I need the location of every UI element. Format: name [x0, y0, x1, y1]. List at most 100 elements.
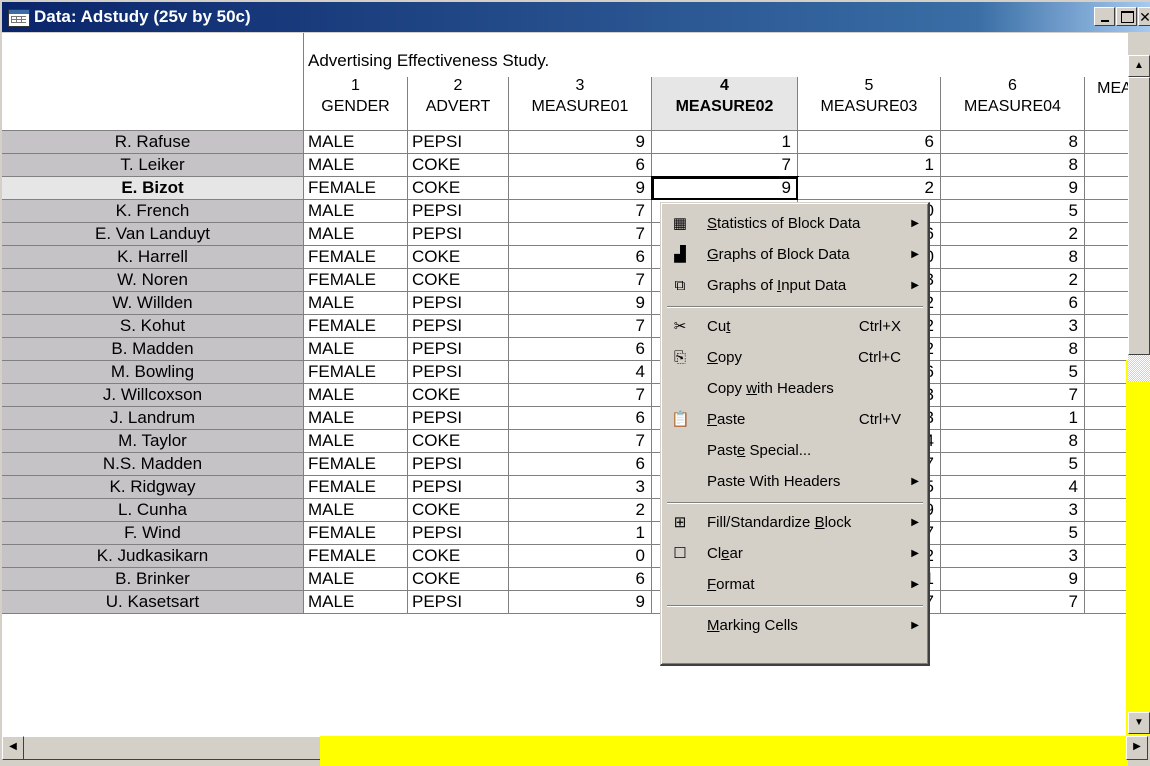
title-bar[interactable]: Data: Adstudy (25v by 50c) ✕: [2, 2, 1150, 32]
data-cell[interactable]: [1085, 384, 1128, 407]
data-cell[interactable]: 7: [509, 269, 652, 292]
data-cell[interactable]: [1085, 131, 1128, 154]
vertical-scroll-thumb[interactable]: [1128, 77, 1150, 355]
data-cell[interactable]: [1085, 361, 1128, 384]
data-cell[interactable]: MALE: [304, 200, 408, 223]
data-cell[interactable]: 8: [941, 430, 1085, 453]
menu-item-paste[interactable]: 📋 Paste Ctrl+V: [665, 405, 925, 435]
data-cell[interactable]: 1: [941, 407, 1085, 430]
menu-item-fill-standardize-block[interactable]: ⊞ Fill/Standardize Block ▶: [665, 508, 925, 538]
data-cell[interactable]: [1085, 522, 1128, 545]
corner-header[interactable]: [2, 33, 304, 131]
data-cell[interactable]: 9: [509, 177, 652, 200]
data-cell[interactable]: 2: [509, 499, 652, 522]
row-header[interactable]: K. Judkasikarn: [2, 545, 304, 568]
data-cell[interactable]: COKE: [408, 246, 509, 269]
data-cell[interactable]: MALE: [304, 338, 408, 361]
data-cell[interactable]: FEMALE: [304, 269, 408, 292]
data-cell[interactable]: COKE: [408, 269, 509, 292]
data-cell[interactable]: 7: [509, 223, 652, 246]
row-header[interactable]: B. Brinker: [2, 568, 304, 591]
data-cell[interactable]: 4: [509, 361, 652, 384]
row-header[interactable]: J. Landrum: [2, 407, 304, 430]
menu-item-format[interactable]: Format ▶: [665, 570, 925, 600]
data-cell[interactable]: PEPSI: [408, 453, 509, 476]
data-cell[interactable]: 5: [941, 200, 1085, 223]
data-cell[interactable]: 9: [941, 568, 1085, 591]
data-cell[interactable]: MALE: [304, 407, 408, 430]
data-cell[interactable]: 4: [941, 476, 1085, 499]
data-cell[interactable]: 7: [509, 315, 652, 338]
row-header[interactable]: T. Leiker: [2, 154, 304, 177]
data-cell[interactable]: 1: [652, 131, 798, 154]
data-cell[interactable]: MALE: [304, 223, 408, 246]
row-header[interactable]: K. French: [2, 200, 304, 223]
data-cell[interactable]: PEPSI: [408, 522, 509, 545]
data-cell[interactable]: 3: [941, 545, 1085, 568]
column-header-measure01[interactable]: 3 MEASURE01: [509, 77, 652, 131]
column-header-mea[interactable]: MEA: [1085, 77, 1128, 131]
menu-item-copy[interactable]: ⎘ Copy Ctrl+C: [665, 343, 925, 373]
data-cell[interactable]: 6: [509, 246, 652, 269]
data-cell[interactable]: 6: [798, 131, 941, 154]
data-cell[interactable]: 7: [509, 384, 652, 407]
data-cell[interactable]: 0: [509, 545, 652, 568]
menu-item-paste-special[interactable]: Paste Special...: [665, 436, 925, 466]
menu-item-graphs-of-block-data[interactable]: ▟ Graphs of Block Data ▶: [665, 240, 925, 270]
data-cell[interactable]: 6: [941, 292, 1085, 315]
data-cell[interactable]: COKE: [408, 430, 509, 453]
row-header[interactable]: M. Bowling: [2, 361, 304, 384]
data-cell[interactable]: FEMALE: [304, 545, 408, 568]
row-header[interactable]: L. Cunha: [2, 499, 304, 522]
data-cell[interactable]: FEMALE: [304, 476, 408, 499]
data-cell[interactable]: 1: [798, 154, 941, 177]
data-cell[interactable]: 9: [509, 292, 652, 315]
scroll-left-button[interactable]: ◀: [2, 736, 24, 760]
column-header-measure03[interactable]: 5 MEASURE03: [798, 77, 941, 131]
data-cell[interactable]: [1085, 315, 1128, 338]
data-cell[interactable]: FEMALE: [304, 522, 408, 545]
row-header[interactable]: S. Kohut: [2, 315, 304, 338]
data-cell[interactable]: PEPSI: [408, 407, 509, 430]
scroll-up-button[interactable]: ▲: [1128, 55, 1150, 77]
data-cell[interactable]: PEPSI: [408, 131, 509, 154]
data-cell[interactable]: [1085, 200, 1128, 223]
data-cell[interactable]: 9: [941, 177, 1085, 200]
data-cell[interactable]: 6: [509, 338, 652, 361]
data-cell[interactable]: 6: [509, 407, 652, 430]
data-cell[interactable]: [1085, 292, 1128, 315]
data-cell[interactable]: PEPSI: [408, 292, 509, 315]
column-header-advert[interactable]: 2 ADVERT: [408, 77, 509, 131]
data-cell[interactable]: COKE: [408, 499, 509, 522]
spreadsheet-grid[interactable]: Advertising Effectiveness Study. 1 GENDER…: [2, 33, 1128, 736]
row-header[interactable]: K. Harrell: [2, 246, 304, 269]
row-header[interactable]: W. Willden: [2, 292, 304, 315]
menu-item-graphs-of-input-data[interactable]: ⧉ Graphs of Input Data ▶: [665, 271, 925, 301]
data-cell[interactable]: 9: [509, 131, 652, 154]
data-cell[interactable]: 7: [652, 154, 798, 177]
row-header[interactable]: W. Noren: [2, 269, 304, 292]
data-cell[interactable]: 6: [509, 568, 652, 591]
row-header[interactable]: E. Van Landuyt: [2, 223, 304, 246]
scroll-down-button[interactable]: ▼: [1128, 712, 1150, 734]
maximize-button[interactable]: [1116, 7, 1137, 26]
data-cell[interactable]: PEPSI: [408, 591, 509, 614]
data-cell[interactable]: [1085, 338, 1128, 361]
data-cell[interactable]: MALE: [304, 568, 408, 591]
menu-item-paste-with-headers[interactable]: Paste With Headers ▶: [665, 467, 925, 497]
data-cell[interactable]: PEPSI: [408, 338, 509, 361]
data-cell[interactable]: [1085, 568, 1128, 591]
data-cell[interactable]: COKE: [408, 568, 509, 591]
data-cell[interactable]: 6: [509, 154, 652, 177]
data-cell[interactable]: 7: [509, 430, 652, 453]
data-cell[interactable]: [1085, 269, 1128, 292]
row-header[interactable]: U. Kasetsart: [2, 591, 304, 614]
menu-item-clear[interactable]: ☐ Clear ▶: [665, 539, 925, 569]
data-cell[interactable]: 3: [509, 476, 652, 499]
row-header[interactable]: N.S. Madden: [2, 453, 304, 476]
data-cell[interactable]: 6: [509, 453, 652, 476]
horizontal-scrollbar[interactable]: ◀: [2, 736, 320, 760]
scroll-right-button[interactable]: ▶: [1126, 736, 1148, 760]
data-cell[interactable]: [1085, 476, 1128, 499]
data-cell[interactable]: PEPSI: [408, 476, 509, 499]
